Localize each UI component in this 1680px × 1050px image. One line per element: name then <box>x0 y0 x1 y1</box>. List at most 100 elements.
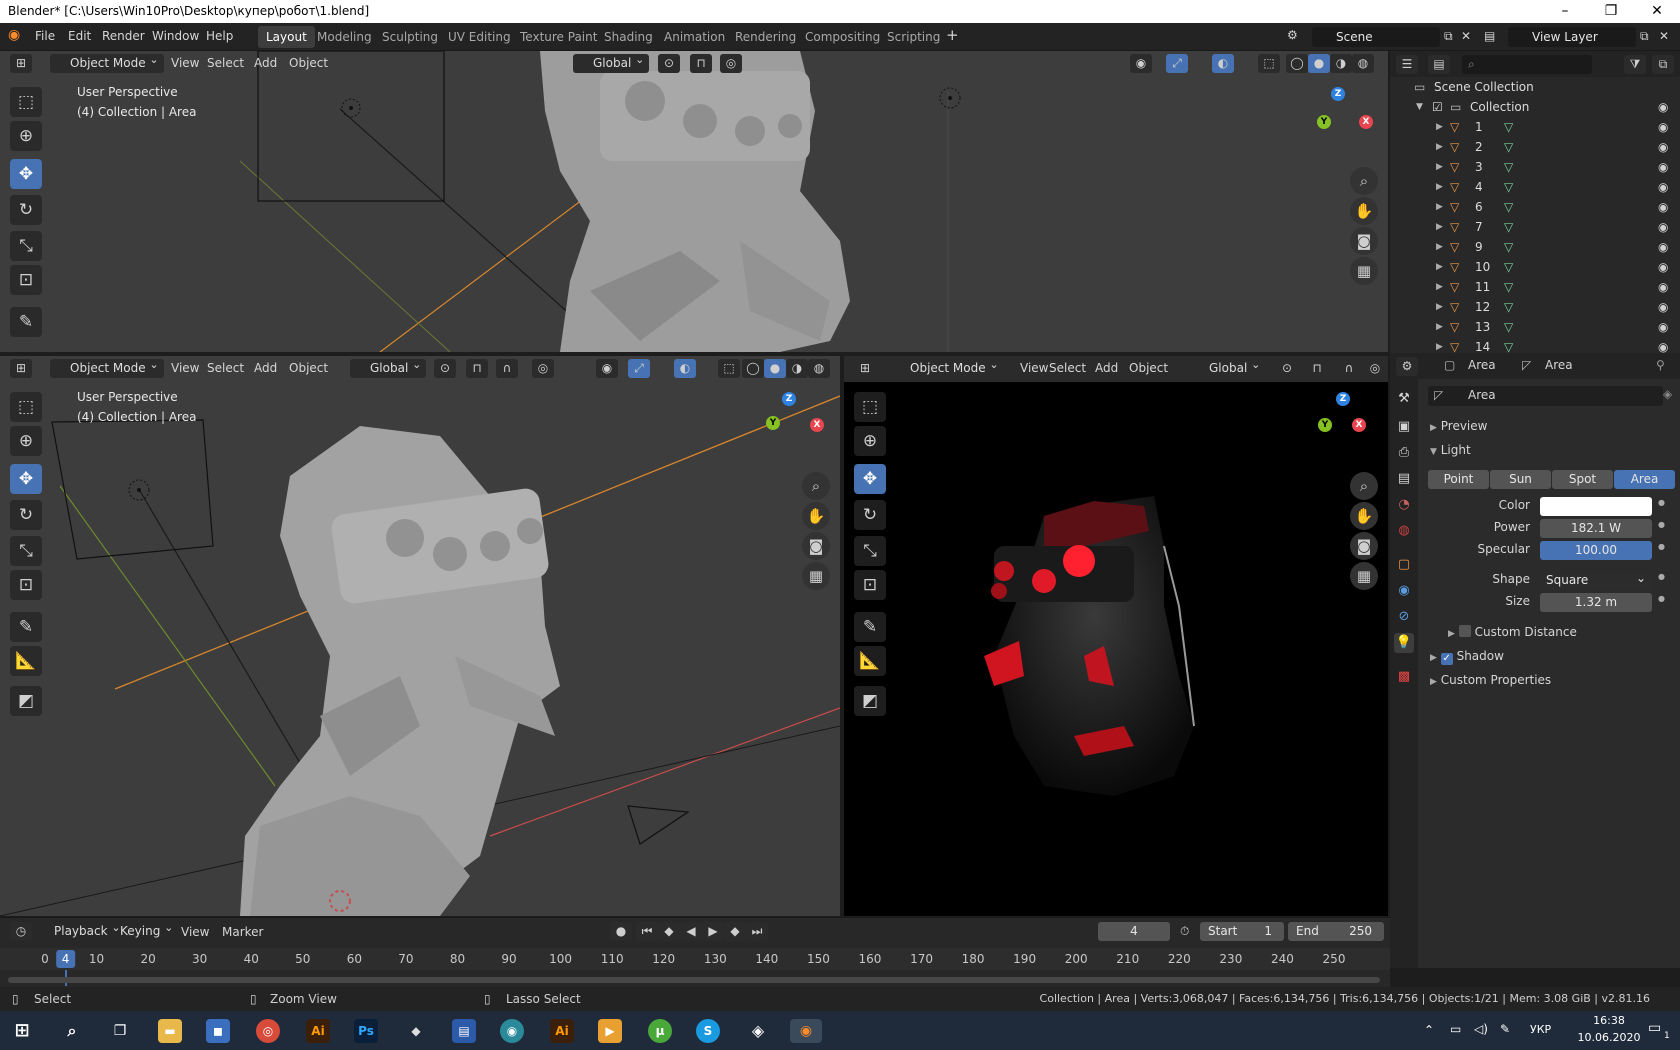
skype-icon[interactable]: S <box>696 1019 720 1043</box>
scale-tool[interactable]: ⤡ <box>854 536 886 566</box>
pivot-icon[interactable]: ⊙ <box>1276 359 1298 378</box>
pivot-icon[interactable]: ⊙ <box>658 54 680 73</box>
add-workspace-icon[interactable]: + <box>946 26 959 44</box>
proportional-edit-icon[interactable]: ◎ <box>532 359 554 378</box>
windows-start-icon[interactable]: ⊞ <box>10 1019 34 1043</box>
expand-arrow-icon[interactable]: ▶ <box>1436 117 1443 137</box>
gizmo-x-icon[interactable]: X <box>810 418 824 432</box>
ortho-grid-icon[interactable]: ▦ <box>1350 257 1378 285</box>
outliner-object-row[interactable]: ▶ ▽ 4 ▽ ◉ <box>1390 177 1680 197</box>
orientation-selector[interactable]: Global <box>1189 356 1266 378</box>
timeline-menu-marker[interactable]: Marker <box>222 925 263 939</box>
pan-hand-icon[interactable]: ✋ <box>802 502 830 530</box>
eye-icon[interactable]: ◉ <box>1658 217 1668 237</box>
zoom-icon[interactable]: ⌕ <box>1350 167 1378 195</box>
media-player-icon[interactable]: ▶ <box>598 1019 622 1043</box>
snap-icon[interactable]: ⊓ <box>690 54 712 73</box>
delete-scene-icon[interactable]: ✕ <box>1461 29 1471 43</box>
move-tool[interactable]: ✥ <box>10 159 42 189</box>
expand-arrow-icon[interactable]: ▶ <box>1436 217 1443 237</box>
jump-start-icon[interactable]: ⏮ <box>636 922 658 941</box>
mesh-data-icon[interactable]: ▽ <box>1504 177 1513 197</box>
mode-selector[interactable]: Object Mode <box>890 356 1004 378</box>
shading-rendered-icon[interactable]: ◍ <box>808 359 830 378</box>
expand-arrow-icon[interactable]: ▶ <box>1436 297 1443 317</box>
play-reverse-icon[interactable]: ◀ <box>680 922 702 941</box>
shading-rendered-icon[interactable]: ◍ <box>1352 54 1374 73</box>
tab-animation[interactable]: Animation <box>656 26 733 48</box>
cursor-tool[interactable]: ⊕ <box>10 121 42 151</box>
panel-custom-properties[interactable]: ▶ Custom Properties <box>1430 673 1551 687</box>
shading-wire-icon[interactable]: ◯ <box>1286 54 1308 73</box>
shading-wire-icon[interactable]: ◯ <box>742 359 764 378</box>
mesh-data-icon[interactable]: ▽ <box>1504 297 1513 317</box>
magnet-icon[interactable]: ∩ <box>496 359 518 378</box>
world-tab-icon[interactable]: ◍ <box>1394 521 1414 541</box>
keyframe-dot-icon[interactable]: ● <box>1658 572 1665 581</box>
prev-keyframe-icon[interactable]: ◆ <box>658 922 680 941</box>
play-icon[interactable]: ▶ <box>702 922 724 941</box>
gizmo-y-icon[interactable]: Y <box>1317 115 1331 129</box>
eye-icon[interactable]: ◉ <box>1658 117 1668 137</box>
expand-arrow-icon[interactable]: ▶ <box>1436 277 1443 297</box>
utorrent-icon[interactable]: µ <box>648 1019 672 1043</box>
network-icon[interactable]: ▭ <box>1450 1022 1461 1036</box>
viewport-menu-object[interactable]: Object <box>289 361 328 375</box>
light-data-tab-icon[interactable]: 💡 <box>1394 633 1414 653</box>
overlay-toggle-icon[interactable]: ◐ <box>674 359 696 378</box>
custom-distance-checkbox[interactable] <box>1458 625 1471 637</box>
display-mode-icon[interactable]: ▤ <box>1428 55 1450 74</box>
viewport-menu-view[interactable]: View <box>1020 361 1048 375</box>
expand-arrow-icon[interactable]: ▼ <box>1416 97 1423 117</box>
properties-editor-icon[interactable]: ⚙ <box>1396 357 1418 376</box>
tab-texture-paint[interactable]: Texture Paint <box>512 26 605 48</box>
stopwatch-icon[interactable]: ⏱ <box>1180 924 1189 939</box>
illustrator-icon[interactable]: Ai <box>306 1019 330 1043</box>
viewport-menu-add[interactable]: Add <box>1095 361 1118 375</box>
editor-type-icon[interactable]: ⊞ <box>10 54 32 73</box>
shape-dropdown[interactable]: Square ⌄ <box>1540 571 1652 590</box>
annotate-tool[interactable]: ✎ <box>10 612 42 642</box>
mesh-data-icon[interactable]: ▽ <box>1504 257 1513 277</box>
viewport-menu-add[interactable]: Add <box>254 56 277 70</box>
mesh-data-icon[interactable]: ▽ <box>1504 157 1513 177</box>
snap-icon[interactable]: ⊓ <box>466 359 488 378</box>
ortho-grid-icon[interactable]: ▦ <box>1350 562 1378 590</box>
tab-compositing[interactable]: Compositing <box>797 26 888 48</box>
viewport-menu-select[interactable]: Select <box>207 361 244 375</box>
keyframe-dot-icon[interactable]: ● <box>1658 520 1665 529</box>
blender-logo-icon[interactable]: ◉ <box>8 27 20 43</box>
rotate-tool[interactable]: ↻ <box>854 500 886 530</box>
shading-material-icon[interactable]: ◑ <box>786 359 808 378</box>
viewport-menu-object[interactable]: Object <box>1129 361 1168 375</box>
viewport-menu-select[interactable]: Select <box>1049 361 1086 375</box>
output-tab-icon[interactable]: ⎙ <box>1394 443 1414 463</box>
proportional-edit-icon[interactable]: ◎ <box>720 54 742 73</box>
pin-icon[interactable]: ⚲ <box>1656 358 1665 372</box>
tab-sculpting[interactable]: Sculpting <box>374 26 446 48</box>
tab-layout[interactable]: Layout <box>258 26 315 48</box>
start-frame-field[interactable]: Start 1 <box>1200 922 1284 941</box>
outliner-object-row[interactable]: ▶ ▽ 7 ▽ ◉ <box>1390 217 1680 237</box>
rotate-tool[interactable]: ↻ <box>10 195 42 225</box>
maximize-button[interactable]: ❐ <box>1588 0 1634 23</box>
overlay-toggle-icon[interactable]: ◐ <box>1212 54 1234 73</box>
eye-icon[interactable]: ◉ <box>1658 177 1668 197</box>
inkscape-icon[interactable]: ◆ <box>404 1019 428 1043</box>
eye-icon[interactable]: ◉ <box>1658 237 1668 257</box>
editor-type-icon[interactable]: ⊞ <box>10 359 32 378</box>
store-icon[interactable]: ◼ <box>206 1019 230 1043</box>
outliner-object-row[interactable]: ▶ ▽ 10 ▽ ◉ <box>1390 257 1680 277</box>
viewport-top[interactable]: ⊞ Object Mode View Select Add Object Glo… <box>0 51 1388 352</box>
shading-solid-icon[interactable]: ● <box>1308 54 1330 73</box>
viewport-menu-select[interactable]: Select <box>207 56 244 70</box>
mesh-data-icon[interactable]: ▽ <box>1504 137 1513 157</box>
photoshop-icon[interactable]: Ps <box>354 1019 378 1043</box>
move-tool[interactable]: ✥ <box>854 464 886 494</box>
expand-arrow-icon[interactable]: ▶ <box>1436 177 1443 197</box>
menu-window[interactable]: Window <box>152 29 199 43</box>
clock-date[interactable]: 10.06.2020 <box>1574 1031 1644 1044</box>
app-round-icon[interactable]: ◉ <box>500 1019 524 1043</box>
tab-uv-editing[interactable]: UV Editing <box>440 26 519 48</box>
gizmo-z-icon[interactable]: Z <box>782 392 796 406</box>
